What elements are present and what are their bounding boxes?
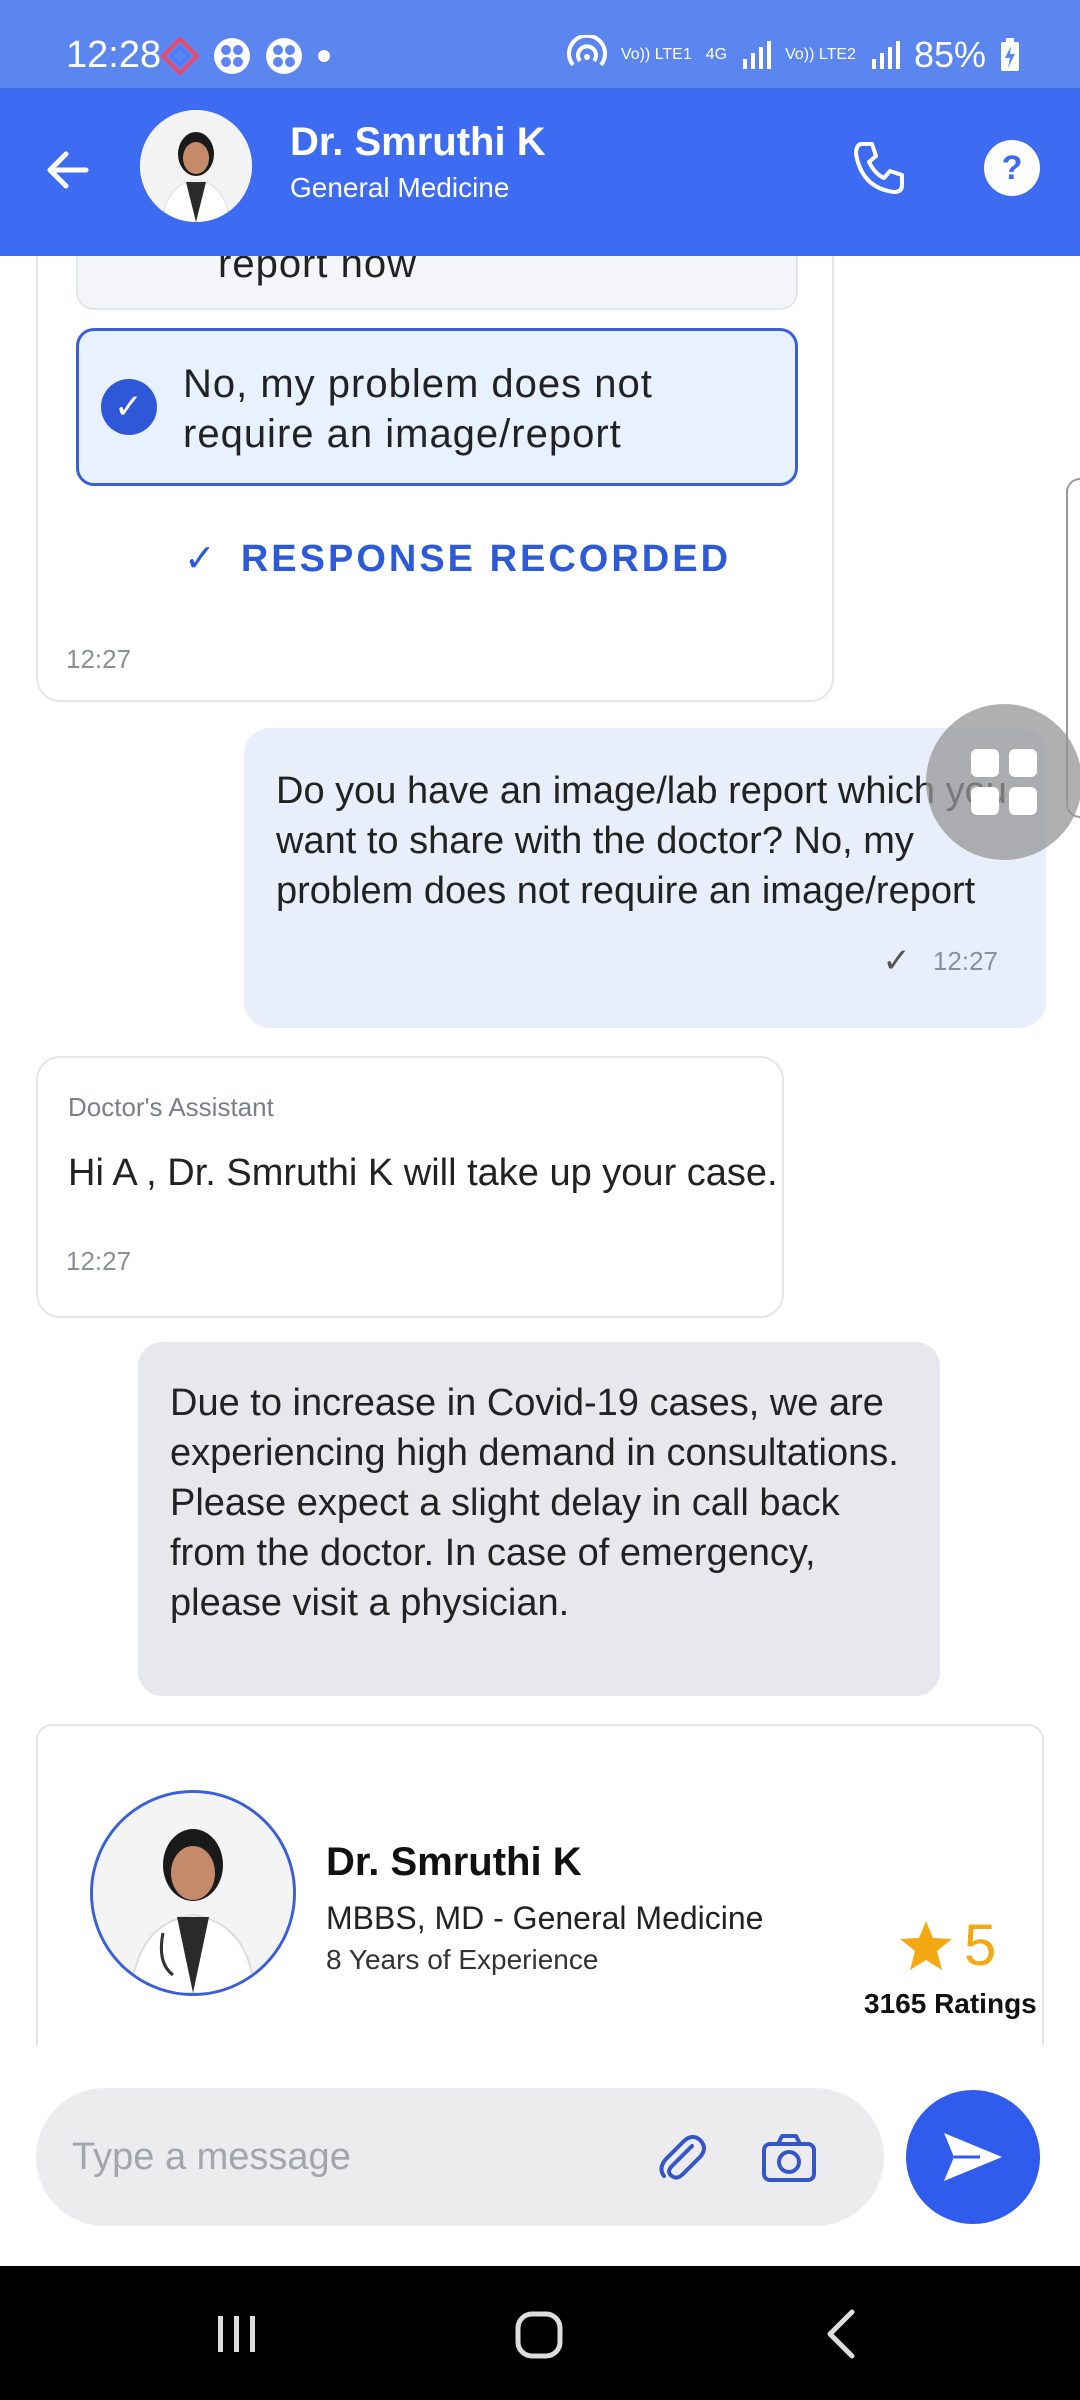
- fan-notification-icon: [214, 38, 250, 74]
- message-meta: ✓ 12:27: [882, 936, 998, 986]
- sender-label: Doctor's Assistant: [68, 1092, 274, 1122]
- more-notifications-dot-icon: [318, 50, 330, 62]
- hotspot-icon: [566, 35, 607, 67]
- covid-delay-notice: Due to increase in Covid-19 cases, we ar…: [138, 1342, 940, 1696]
- message-composer: [36, 2088, 884, 2226]
- battery-charging-icon: [1001, 38, 1019, 71]
- option-upload-report[interactable]: report now: [76, 256, 798, 310]
- doctor-avatar[interactable]: [140, 110, 252, 222]
- response-recorded-label: RESPONSE RECORDED: [240, 538, 732, 580]
- status-bar: 12:28 Vo)) LTE1 4G Vo)) LTE2 85%: [0, 0, 1080, 88]
- back-nav-icon[interactable]: [822, 2308, 862, 2360]
- apps-grid-floating-button[interactable]: [926, 704, 1080, 860]
- back-arrow-icon[interactable]: [40, 142, 96, 198]
- header-specialty: General Medicine: [290, 172, 510, 203]
- attachment-icon[interactable]: [652, 2130, 708, 2186]
- checkmark-icon: ✓: [184, 538, 219, 580]
- send-button[interactable]: [906, 2090, 1040, 2224]
- doctor-profile-card[interactable]: Dr. Smruthi K MBBS, MD - General Medicin…: [36, 1724, 1044, 2046]
- question-options-card: report now ✓ No, my problem does not req…: [36, 256, 834, 702]
- lte2-label: Vo)) LTE2: [785, 46, 856, 63]
- selected-check-icon: ✓: [101, 379, 157, 435]
- status-right: Vo)) LTE1 4G Vo)) LTE2 85%: [566, 34, 1020, 76]
- message-time: 12:27: [932, 946, 998, 976]
- signal-icon-2: [871, 41, 900, 69]
- doctor-portrait-icon: [140, 110, 252, 222]
- notification-icons: [160, 36, 332, 76]
- star-icon: [900, 1920, 952, 1970]
- network-type-label: 4G: [705, 46, 728, 63]
- doctor-portrait-icon: [93, 1793, 293, 1993]
- response-recorded-status: ✓ RESPONSE RECORDED: [184, 536, 731, 581]
- battery-percent: 85%: [913, 34, 986, 75]
- camera-icon[interactable]: [760, 2130, 818, 2186]
- doctor-qualification: MBBS, MD - General Medicine: [326, 1900, 764, 1936]
- fan-notification-icon-2: [266, 38, 302, 74]
- doctor-rating: 5: [898, 1912, 996, 1979]
- rating-value: 5: [964, 1913, 997, 1978]
- system-navigation-bar: [0, 2266, 1080, 2400]
- option-no-image-required[interactable]: ✓ No, my problem does not require an ima…: [76, 328, 798, 486]
- send-icon: [944, 2133, 1002, 2181]
- recent-apps-icon[interactable]: [214, 2312, 260, 2356]
- message-input[interactable]: [70, 2128, 634, 2186]
- option-no-image-label: No, my problem does not require an image…: [183, 362, 653, 456]
- chat-thread[interactable]: report now ✓ No, my problem does not req…: [0, 256, 1080, 2046]
- ratings-count: 3165 Ratings: [864, 1988, 1037, 2019]
- phone-call-icon[interactable]: [848, 138, 908, 198]
- lte1-label: Vo)) LTE1: [620, 46, 692, 63]
- assistant-message-text: Hi A , Dr. Smruthi K will take up your c…: [68, 1152, 778, 1194]
- header-doctor-name: Dr. Smruthi K: [290, 120, 546, 164]
- signal-icon: [743, 41, 772, 69]
- grid-icon: [966, 744, 1042, 820]
- doctor-name: Dr. Smruthi K: [326, 1840, 582, 1884]
- help-button[interactable]: ?: [984, 140, 1040, 196]
- assistant-message-bubble: Doctor's Assistant Hi A , Dr. Smruthi K …: [36, 1056, 784, 1318]
- chat-header: Dr. Smruthi K General Medicine ?: [0, 88, 1080, 256]
- home-icon[interactable]: [514, 2310, 564, 2360]
- doctor-profile-avatar: [90, 1790, 296, 1996]
- message-time: 12:27: [66, 644, 132, 674]
- doctor-experience: 8 Years of Experience: [326, 1944, 599, 1975]
- sent-check-icon: ✓: [882, 942, 911, 980]
- notice-text: Due to increase in Covid-19 cases, we ar…: [170, 1382, 899, 1624]
- status-time: 12:28: [66, 34, 162, 76]
- app-notification-icon: [160, 36, 200, 76]
- user-message-text: Do you have an image/lab report which yo…: [276, 770, 1007, 912]
- message-time: 12:27: [66, 1246, 132, 1276]
